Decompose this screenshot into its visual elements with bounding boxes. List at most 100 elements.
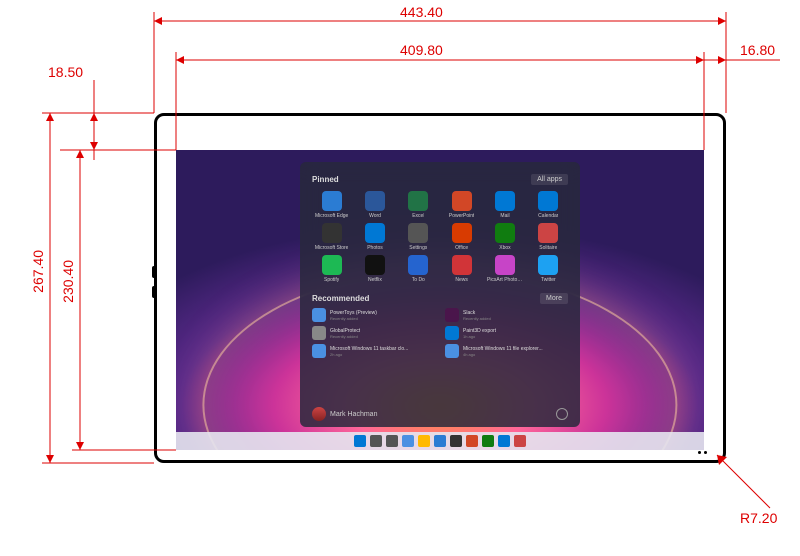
recommended-header: Recommended More xyxy=(312,293,568,304)
tablet-screen: Pinned All apps Microsoft Edge Word Excel P… xyxy=(176,150,704,450)
taskbar xyxy=(176,432,704,450)
app-icon xyxy=(495,191,515,211)
app-icon xyxy=(538,223,558,243)
app-icon xyxy=(452,223,472,243)
app-icon xyxy=(365,223,385,243)
taskbar-app2-icon[interactable] xyxy=(482,435,494,447)
app-tile[interactable]: Word xyxy=(355,191,394,219)
pinned-label: Pinned xyxy=(312,175,339,184)
side-button xyxy=(152,266,156,278)
reco-icon xyxy=(445,308,459,322)
all-apps-button[interactable]: All apps xyxy=(531,174,568,185)
app-icon xyxy=(408,223,428,243)
app-tile[interactable]: Spotify xyxy=(312,255,351,283)
user-name: Mark Hachman xyxy=(330,411,377,418)
taskbar-explorer-icon[interactable] xyxy=(418,435,430,447)
app-tile[interactable]: Office xyxy=(442,223,481,251)
app-label: Calendar xyxy=(538,213,558,219)
taskbar-widgets-icon[interactable] xyxy=(402,435,414,447)
app-icon xyxy=(322,255,342,275)
app-tile[interactable]: Mail xyxy=(485,191,524,219)
app-label: Netflix xyxy=(368,277,382,283)
power-icon[interactable] xyxy=(556,408,568,420)
recommended-item[interactable]: GlobalProtectRecently added xyxy=(312,326,435,340)
app-tile[interactable]: Xbox xyxy=(485,223,524,251)
app-label: Word xyxy=(369,213,381,219)
taskbar-app3-icon[interactable] xyxy=(498,435,510,447)
dim-outer-width: 443.40 xyxy=(400,4,443,20)
app-icon xyxy=(322,191,342,211)
app-tile[interactable]: Microsoft Store xyxy=(312,223,351,251)
user-account[interactable]: Mark Hachman xyxy=(312,407,377,421)
app-tile[interactable]: To Do xyxy=(399,255,438,283)
app-tile[interactable]: Solitaire xyxy=(529,223,568,251)
app-tile[interactable]: Netflix xyxy=(355,255,394,283)
taskbar-edge-icon[interactable] xyxy=(434,435,446,447)
app-label: PicsArt Photo Studio xyxy=(487,277,523,283)
app-label: News xyxy=(455,277,468,283)
taskbar-app1-icon[interactable] xyxy=(466,435,478,447)
app-tile[interactable]: PicsArt Photo Studio xyxy=(485,255,524,283)
more-button[interactable]: More xyxy=(540,293,568,304)
reco-text: PowerToys (Preview)Recently added xyxy=(330,310,377,321)
side-button xyxy=(152,286,156,298)
app-tile[interactable]: Microsoft Edge xyxy=(312,191,351,219)
start-menu: Pinned All apps Microsoft Edge Word Excel P… xyxy=(300,162,580,427)
app-icon xyxy=(495,223,515,243)
reco-sub: Recently added xyxy=(330,334,360,339)
app-icon xyxy=(495,255,515,275)
dim-inner-width: 409.80 xyxy=(400,42,443,58)
recommended-label: Recommended xyxy=(312,294,369,303)
app-label: Spotify xyxy=(324,277,339,283)
reco-sub: 4h ago xyxy=(463,352,543,357)
taskbar-store-icon[interactable] xyxy=(450,435,462,447)
app-label: Microsoft Store xyxy=(315,245,349,251)
app-label: Twitter xyxy=(541,277,556,283)
app-tile[interactable]: News xyxy=(442,255,481,283)
app-tile[interactable]: Excel xyxy=(399,191,438,219)
app-label: Excel xyxy=(412,213,424,219)
reco-icon xyxy=(445,326,459,340)
dim-corner-radius: R7.20 xyxy=(740,510,777,526)
start-menu-footer: Mark Hachman xyxy=(312,407,568,421)
app-label: Xbox xyxy=(499,245,510,251)
taskbar-search-icon[interactable] xyxy=(370,435,382,447)
pinned-header: Pinned All apps xyxy=(312,174,568,185)
indicator-leds xyxy=(698,451,707,454)
recommended-item[interactable]: Microsoft Windows 11 taskbar clo...2h ag… xyxy=(312,344,435,358)
app-label: PowerPoint xyxy=(449,213,475,219)
reco-text: Paint3D export1h ago xyxy=(463,328,496,339)
reco-sub: Recently added xyxy=(463,316,491,321)
app-tile[interactable]: Twitter xyxy=(529,255,568,283)
taskbar-start-icon[interactable] xyxy=(354,435,366,447)
app-tile[interactable]: PowerPoint xyxy=(442,191,481,219)
reco-icon xyxy=(312,344,326,358)
desktop-wallpaper: Pinned All apps Microsoft Edge Word Excel P… xyxy=(176,150,704,450)
app-tile[interactable]: Calendar xyxy=(529,191,568,219)
dim-bezel-right: 16.80 xyxy=(740,42,775,58)
reco-sub: 1h ago xyxy=(463,334,496,339)
app-label: To Do xyxy=(412,277,425,283)
taskbar-app4-icon[interactable] xyxy=(514,435,526,447)
app-label: Photos xyxy=(367,245,383,251)
recommended-item[interactable]: SlackRecently added xyxy=(445,308,568,322)
app-icon xyxy=(408,255,428,275)
taskbar-task-view-icon[interactable] xyxy=(386,435,398,447)
app-icon xyxy=(365,255,385,275)
app-icon xyxy=(452,255,472,275)
recommended-list: PowerToys (Preview)Recently added SlackRe… xyxy=(312,308,568,358)
app-label: Mail xyxy=(500,213,509,219)
app-tile[interactable]: Settings xyxy=(399,223,438,251)
reco-text: SlackRecently added xyxy=(463,310,491,321)
app-label: Solitaire xyxy=(539,245,557,251)
app-icon xyxy=(538,255,558,275)
app-label: Microsoft Edge xyxy=(315,213,348,219)
app-tile[interactable]: Photos xyxy=(355,223,394,251)
reco-sub: 2h ago xyxy=(330,352,408,357)
dim-bezel-top: 18.50 xyxy=(48,64,83,80)
app-label: Office xyxy=(455,245,468,251)
recommended-item[interactable]: PowerToys (Preview)Recently added xyxy=(312,308,435,322)
recommended-item[interactable]: Paint3D export1h ago xyxy=(445,326,568,340)
reco-icon xyxy=(312,308,326,322)
recommended-item[interactable]: Microsoft Windows 11 file explorer...4h … xyxy=(445,344,568,358)
